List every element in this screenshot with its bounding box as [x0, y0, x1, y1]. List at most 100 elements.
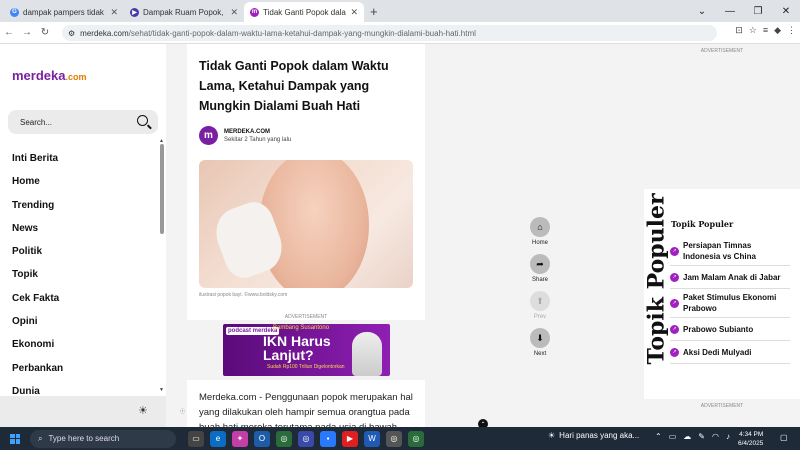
chrome-active-icon[interactable]: ◎	[386, 430, 402, 447]
right-column: ADVERTISEMENT Topik Populer Topik Popule…	[644, 44, 800, 427]
windows-start-icon[interactable]	[10, 433, 20, 444]
url-field[interactable]: ⚙ merdeka.com/sehat/tidak-ganti-popok-da…	[62, 25, 717, 41]
trend-arrow-icon: ↗	[670, 246, 679, 256]
sidebar-item-cek-fakta[interactable]: Cek Fakta	[12, 290, 63, 313]
browser-tab-1[interactable]: G dampak pampers tidak diganti ✕	[4, 2, 124, 22]
trend-arrow-icon: ↗	[670, 272, 679, 282]
notification-icon[interactable]: ▢	[780, 433, 788, 442]
maximize-icon[interactable]: ❐	[744, 0, 772, 22]
clock[interactable]: 4:34 PM 6/4/2025	[738, 430, 763, 448]
share-toolbar: ⌂ Home ➦ Share ⬆ Prev ⬇ Next	[528, 217, 552, 365]
list-item[interactable]: ↗ Paket Stimulus Ekonomi Prabowo	[670, 289, 790, 318]
browser-tab-3-active[interactable]: m Tidak Ganti Popok dalam Waktu L ✕	[244, 2, 364, 22]
sidebar-item-trending[interactable]: Trending	[12, 197, 63, 220]
url-host: merdeka.com	[80, 28, 129, 38]
chevron-up-icon[interactable]: ⌃	[655, 432, 662, 441]
wifi-icon[interactable]: ◠	[712, 432, 719, 441]
popular-topics-vertical-title: Topik Populer	[643, 193, 670, 365]
windows-taskbar: ⌕ Type here to search ▭ e ✦ O ◎ ◎ ▪ ▶ W …	[0, 427, 800, 450]
floating-widget-icon[interactable]: ⓡ	[180, 408, 185, 415]
taskbar-apps: ▭ e ✦ O ◎ ◎ ▪ ▶ W ◎ ◎	[188, 430, 424, 447]
ad-label: ADVERTISEMENT	[700, 403, 744, 409]
google-favicon-icon: G	[10, 7, 19, 17]
article-hero-image	[199, 160, 413, 288]
merdeka-favicon-icon: m	[250, 7, 259, 17]
sidebar-scrollbar[interactable]	[160, 144, 164, 234]
site-info-icon[interactable]: ⚙	[68, 29, 75, 38]
author-block[interactable]: m MERDEKA.COM Sekitar 2 Tahun yang lalu	[199, 126, 291, 145]
theme-toggle-sun-icon[interactable]: ☀	[138, 404, 148, 417]
list-item[interactable]: ↗ Jam Malam Anak di Jabar	[670, 266, 790, 289]
close-window-icon[interactable]: ✕	[772, 0, 800, 22]
search-icon[interactable]	[137, 115, 148, 126]
edge-icon[interactable]: e	[210, 430, 226, 447]
reload-icon[interactable]: ↻	[36, 27, 54, 38]
pen-icon[interactable]: ✎	[698, 432, 705, 441]
podcast-ad-banner[interactable]: podcast merdeka Bambang Susantono IKN Ha…	[223, 324, 390, 376]
browser-tab-strip: G dampak pampers tidak diganti ✕ ▶ Dampa…	[0, 0, 800, 22]
next-arrow-icon[interactable]: ⬇	[530, 328, 550, 348]
network-icon[interactable]: ▭	[669, 432, 677, 441]
merdeka-logo[interactable]: merdeka.com	[12, 68, 87, 83]
browser-tab-2[interactable]: ▶ Dampak Ruam Popok, Bisa Han ✕	[124, 2, 244, 22]
list-item[interactable]: ↗ Prabowo Subianto	[670, 318, 790, 341]
volume-icon[interactable]: ♪	[726, 432, 730, 441]
copilot-icon[interactable]: ✦	[232, 430, 248, 447]
taskbar-search-input[interactable]: ⌕ Type here to search	[30, 429, 176, 448]
sidebar-item-news[interactable]: News	[12, 220, 63, 243]
sidebar-item-ekonomi[interactable]: Ekonomi	[12, 336, 63, 359]
minimize-icon[interactable]: —	[716, 0, 744, 22]
back-icon[interactable]: ←	[0, 27, 18, 38]
weather-widget[interactable]: ☀ Hari panas yang aka...	[548, 431, 639, 440]
sidebar-item-inti-berita[interactable]: Inti Berita	[12, 150, 63, 173]
weather-text: Hari panas yang aka...	[559, 431, 640, 440]
chrome-profile-icon[interactable]: ◎	[298, 430, 314, 447]
right-ad-slot	[644, 44, 800, 186]
list-item[interactable]: ↗ Aksi Dedi Mulyadi	[670, 341, 790, 364]
tab-title: Tidak Ganti Popok dalam Waktu L	[263, 7, 346, 17]
extension-icon[interactable]: ◆	[774, 25, 781, 36]
sidebar-item-opini[interactable]: Opini	[12, 313, 63, 336]
sidebar: merdeka.com Search... Inti Berita Home T…	[0, 44, 166, 427]
home-icon[interactable]: ⌂	[530, 217, 550, 237]
install-icon[interactable]: ⊡	[735, 25, 743, 36]
task-view-icon[interactable]: ▭	[188, 430, 204, 447]
tab-search-icon[interactable]: ⌄	[688, 0, 716, 22]
sidebar-item-perbankan[interactable]: Perbankan	[12, 360, 63, 383]
menu-dots-icon[interactable]: ⋮	[787, 25, 796, 36]
chrome-icon-2[interactable]: ◎	[408, 430, 424, 447]
ad-label: ADVERTISEMENT	[700, 48, 744, 54]
close-icon[interactable]: ✕	[230, 7, 238, 18]
close-icon[interactable]: ✕	[350, 7, 358, 18]
search-input[interactable]: Search...	[8, 110, 158, 134]
scroll-down-arrow-icon[interactable]: ▼	[159, 387, 164, 393]
scroll-top-button[interactable]: ⌃	[478, 419, 488, 427]
media-control-icon[interactable]: ≡	[763, 25, 768, 36]
app-icon[interactable]: ▪	[320, 430, 336, 447]
trend-arrow-icon: ↗	[670, 298, 679, 308]
publish-time: Sekitar 2 Tahun yang lalu	[224, 136, 292, 143]
cloud-icon[interactable]: ☁	[683, 432, 691, 441]
address-bar-row: ← → ↻ ⚙ merdeka.com/sehat/tidak-ganti-po…	[0, 22, 800, 44]
sidebar-item-politik[interactable]: Politik	[12, 243, 63, 266]
author-avatar: m	[199, 126, 218, 145]
url-path: /sehat/tidak-ganti-popok-dalam-waktu-lam…	[128, 28, 476, 38]
close-icon[interactable]: ✕	[110, 7, 118, 18]
share-icon[interactable]: ➦	[530, 254, 550, 274]
word-icon[interactable]: W	[364, 430, 380, 447]
outlook-icon[interactable]: O	[254, 430, 270, 447]
youtube-icon[interactable]: ▶	[342, 430, 358, 447]
sidebar-item-topik[interactable]: Topik	[12, 266, 63, 289]
sidebar-item-home[interactable]: Home	[12, 173, 63, 196]
author-name: MERDEKA.COM	[224, 128, 270, 135]
bookmark-star-icon[interactable]: ☆	[749, 25, 757, 36]
article: Tidak Ganti Popok dalam Waktu Lama, Keta…	[187, 44, 425, 427]
list-item[interactable]: ↗ Persiapan Timnas Indonesia vs China	[670, 237, 790, 266]
new-tab-button[interactable]: +	[370, 2, 378, 22]
tab-title: Dampak Ruam Popok, Bisa Han	[143, 7, 226, 17]
taskbar-search-placeholder: Type here to search	[48, 434, 120, 443]
tab-title: dampak pampers tidak diganti	[23, 7, 106, 17]
forward-icon[interactable]: →	[18, 27, 36, 38]
chrome-icon[interactable]: ◎	[276, 430, 292, 447]
weather-icon: ☀	[548, 431, 556, 440]
